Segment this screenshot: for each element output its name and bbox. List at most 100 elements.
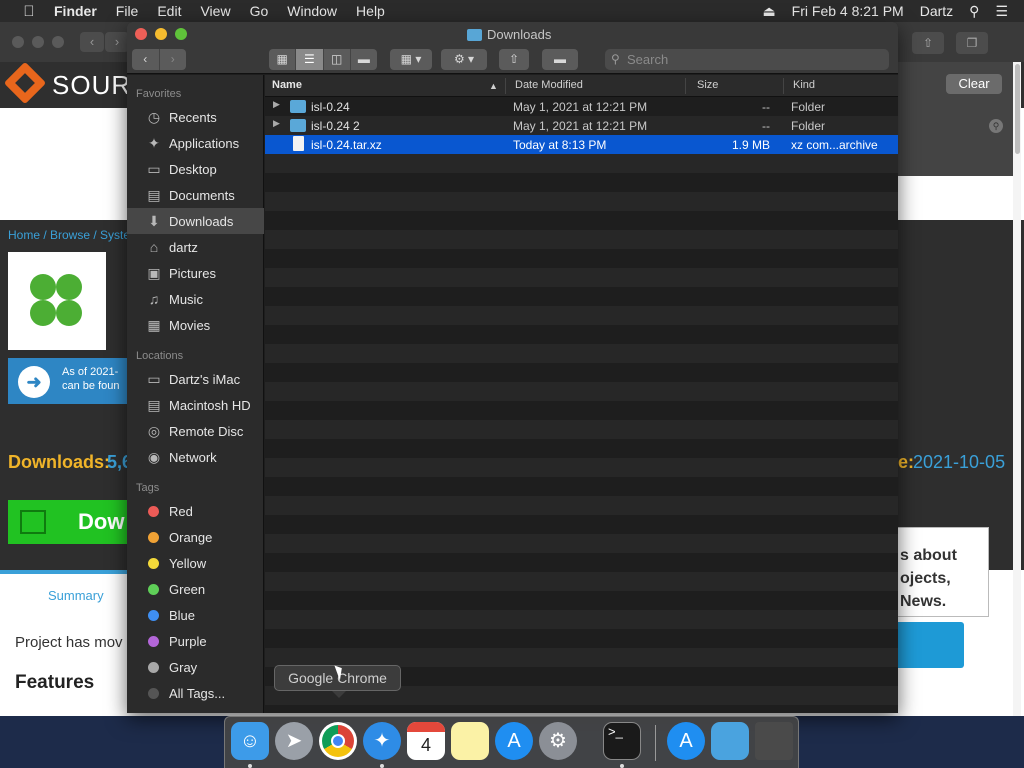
list-view-icon[interactable]: ☰ [296, 49, 324, 70]
forward-button[interactable]: › [160, 49, 187, 70]
sidebar-item-8[interactable]: ▦ Movies [127, 312, 264, 338]
disclosure-triangle-icon[interactable]: ▶ [273, 99, 280, 110]
sidebar-item-3[interactable]: ▤ Documents [127, 182, 264, 208]
browser-forward-button[interactable]: › [105, 32, 129, 52]
notes-dock-icon[interactable] [451, 722, 489, 760]
calendar-dock-icon[interactable]: 4 [407, 722, 445, 760]
terminal-dock-icon[interactable]: >_ [603, 722, 641, 760]
sidebar-tag-1[interactable]: Orange [127, 524, 264, 550]
column-size[interactable]: Size [697, 79, 718, 91]
sidebar-item-5[interactable]: ⌂ dartz [127, 234, 264, 260]
clock-icon: ◷ [147, 109, 161, 125]
share-icon[interactable]: ⇧ [499, 49, 529, 70]
applications-folder-dock-icon[interactable]: A [667, 722, 705, 760]
menu-file[interactable]: File [116, 3, 139, 19]
gallery-view-icon[interactable]: ▬ [351, 49, 377, 70]
back-button[interactable]: ‹ [132, 49, 160, 70]
apple-menu-icon[interactable]:  [18, 3, 40, 20]
action-gear-button[interactable]: ⚙ ▾ [441, 49, 487, 70]
menu-bar:  Finder File Edit View Go Window Help ⏏… [0, 0, 1024, 22]
sidebar-location-2[interactable]: ◎ Remote Disc [127, 418, 264, 444]
file-row[interactable]: ▶ isl-0.24 May 1, 2021 at 12:21 PM -- Folder [265, 97, 898, 116]
download-icon [20, 510, 46, 534]
newsletter-subscribe-button[interactable] [896, 622, 964, 668]
column-kind[interactable]: Kind [793, 79, 815, 91]
notice-banner[interactable]: ➜ As of 2021- can be foun [8, 358, 128, 404]
eject-icon[interactable]: ⏏ [762, 3, 775, 20]
menu-window[interactable]: Window [287, 3, 337, 19]
clear-button[interactable]: Clear [946, 74, 1002, 94]
downloads-folder-dock-icon[interactable] [711, 722, 749, 760]
safari-dock-icon[interactable]: ✦ [363, 722, 401, 760]
chrome-dock-icon[interactable] [319, 722, 357, 760]
sidebar-tag-6[interactable]: Gray [127, 654, 264, 680]
launchpad-dock-icon[interactable]: ➤ [275, 722, 313, 760]
menu-go[interactable]: Go [250, 3, 269, 19]
app-store-dock-icon[interactable]: A [495, 722, 533, 760]
sidebar-location-3[interactable]: ◉ Network [127, 444, 264, 470]
finder-search-field[interactable]: ⚲ [605, 49, 889, 70]
sidebar-tag-7[interactable]: All Tags... [127, 680, 264, 706]
sidebar-tag-5[interactable]: Purple [127, 628, 264, 654]
sidebar-tag-0[interactable]: Red [127, 498, 264, 524]
features-heading: Features [15, 672, 95, 693]
sidebar-location-0[interactable]: ▭ Dartz's iMac [127, 366, 264, 392]
breadcrumb[interactable]: Home / Browse / Syste [8, 228, 130, 242]
globe-icon: ◉ [147, 449, 161, 465]
browser-back-button[interactable]: ‹ [80, 32, 104, 52]
search-input[interactable] [627, 51, 877, 68]
sidebar-item-2[interactable]: ▭ Desktop [127, 156, 264, 182]
group-by-button[interactable]: ▦ ▾ [390, 49, 432, 70]
column-date-modified[interactable]: Date Modified [515, 79, 583, 91]
menu-app-finder[interactable]: Finder [54, 3, 97, 19]
disclosure-triangle-icon[interactable]: ▶ [273, 118, 280, 129]
browser-scrollbar[interactable] [1013, 62, 1021, 716]
back-forward-control[interactable]: ‹ › [132, 49, 186, 70]
system-preferences-dock-icon[interactable]: ⚙ [539, 722, 577, 760]
sidebar-item-6[interactable]: ▣ Pictures [127, 260, 264, 286]
sidebar-tag-3[interactable]: Green [127, 576, 264, 602]
browser-scroll-thumb[interactable] [1015, 64, 1020, 154]
notification-center-icon[interactable]: ☰ [995, 3, 1008, 20]
column-name[interactable]: Name [272, 79, 302, 91]
row-stripe [265, 154, 898, 173]
menu-view[interactable]: View [200, 3, 230, 19]
browser-tabs-button[interactable]: ❐ [956, 32, 988, 54]
menu-edit[interactable]: Edit [157, 3, 181, 19]
view-mode-control[interactable]: ▦ ☰ ◫ ▬ [269, 49, 377, 70]
sidebar-tag-2[interactable]: Yellow [127, 550, 264, 576]
file-row[interactable]: isl-0.24.tar.xz Today at 8:13 PM 1.9 MB xz … [265, 135, 898, 154]
menubar-user[interactable]: Dartz [920, 3, 953, 19]
sidebar-item-0[interactable]: ◷ Recents [127, 104, 264, 130]
browser-zoom-icon[interactable] [52, 36, 64, 48]
sidebar-item-4[interactable]: ⬇ Downloads [127, 208, 264, 234]
browser-share-button[interactable]: ⇧ [912, 32, 944, 54]
menubar-clock[interactable]: Fri Feb 4 8:21 PM [792, 3, 904, 19]
minimize-icon[interactable] [155, 28, 167, 40]
icon-view-icon[interactable]: ▦ [269, 49, 297, 70]
sidebar-item-label: Recents [169, 109, 217, 125]
close-icon[interactable] [135, 28, 147, 40]
row-stripe [265, 496, 898, 515]
sidebar-location-1[interactable]: ▤ Macintosh HD [127, 392, 264, 418]
search-icon[interactable]: ⚲ [989, 119, 1003, 133]
spotlight-search-icon[interactable]: ⚲ [969, 3, 979, 20]
tab-summary[interactable]: Summary [48, 588, 104, 603]
camera-icon: ▣ [147, 265, 161, 281]
browser-minimize-icon[interactable] [32, 36, 44, 48]
sidebar-tag-4[interactable]: Blue [127, 602, 264, 628]
row-stripe [265, 705, 898, 713]
file-row[interactable]: ▶ isl-0.24 2 May 1, 2021 at 12:21 PM -- Fold… [265, 116, 898, 135]
sort-ascending-icon[interactable]: ▲ [489, 81, 498, 91]
menu-help[interactable]: Help [356, 3, 385, 19]
column-view-icon[interactable]: ◫ [324, 49, 351, 70]
sidebar-item-7[interactable]: ♫ Music [127, 286, 264, 312]
finder-dock-icon[interactable]: ☺ [231, 722, 269, 760]
sidebar-header-favorites: Favorites [136, 88, 182, 100]
download-button[interactable]: Dow [8, 500, 128, 544]
zoom-icon[interactable] [175, 28, 187, 40]
sidebar-item-1[interactable]: ✦ Applications [127, 130, 264, 156]
tag-icon[interactable]: ▬ [542, 49, 578, 70]
trash-dock-icon[interactable] [755, 722, 793, 760]
browser-close-icon[interactable] [12, 36, 24, 48]
